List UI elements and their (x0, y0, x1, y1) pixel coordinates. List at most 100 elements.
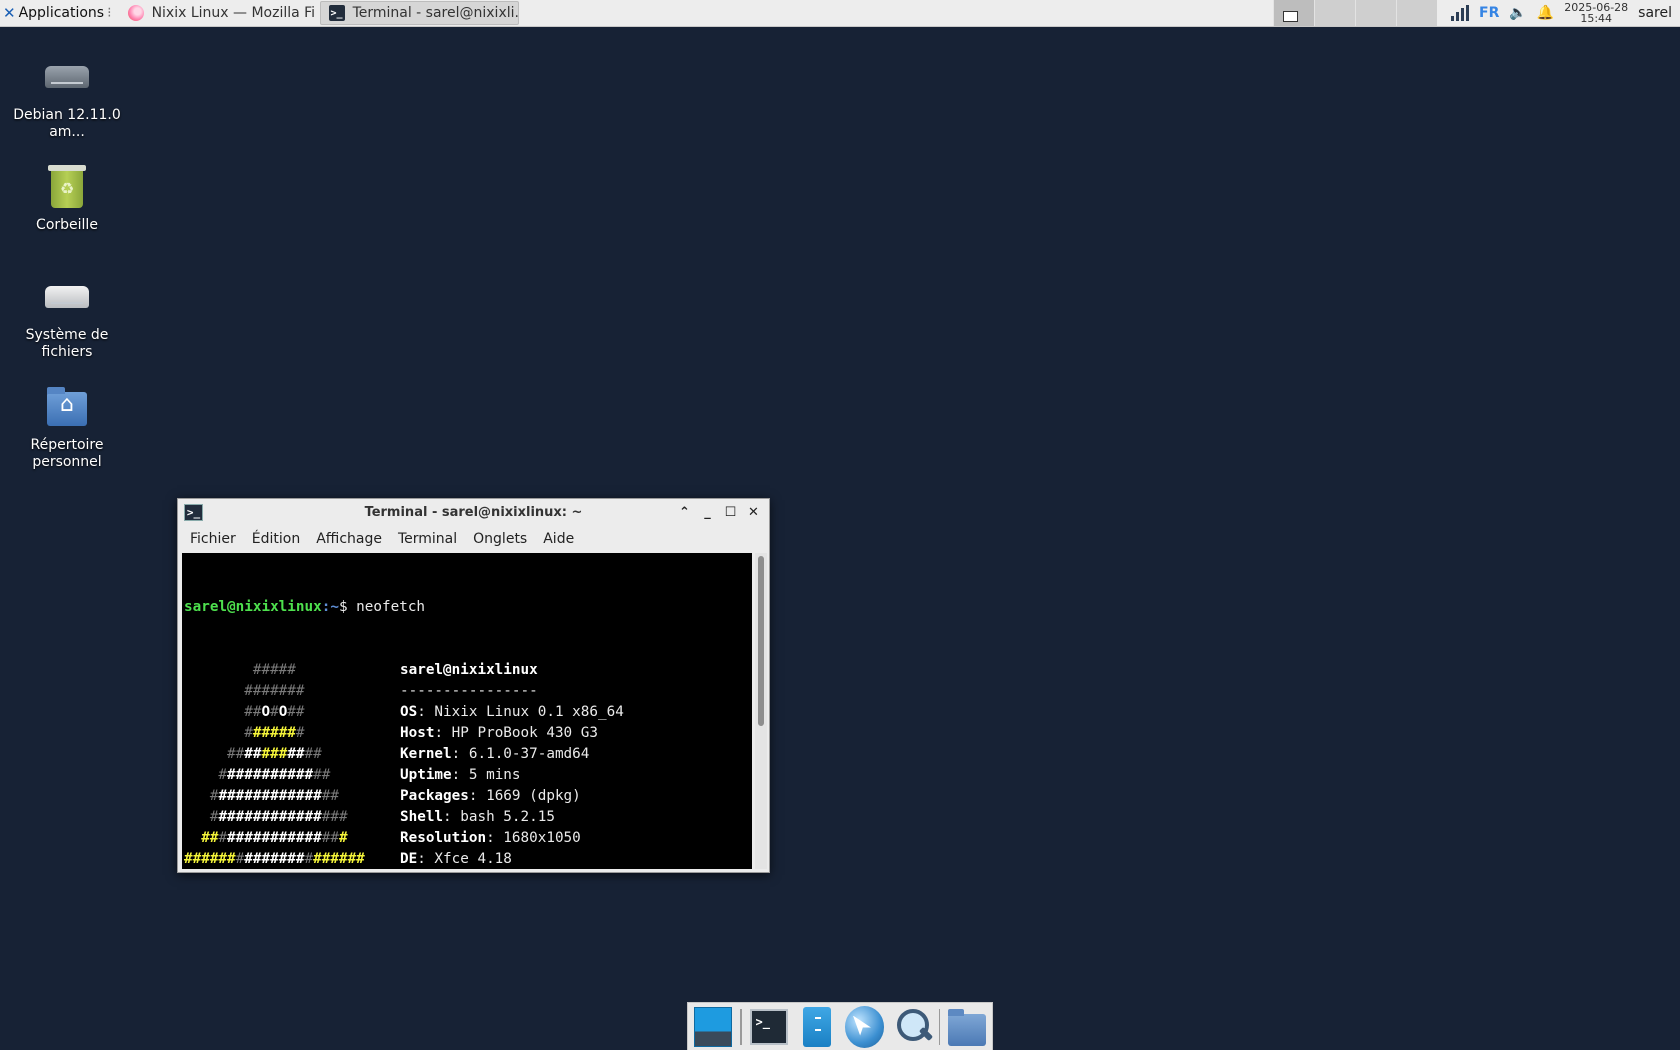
ascii-art-segment: ## (244, 746, 262, 762)
ascii-art-segment: ###### (313, 851, 365, 867)
info-key: Packages (400, 788, 469, 804)
terminal-output[interactable]: sarel@nixixlinux :~$ neofetch ##### sarel@… (182, 553, 752, 869)
ascii-art-segment: ## (184, 830, 219, 846)
scrollbar[interactable] (755, 553, 767, 869)
neofetch-line: ################ Shell: bash 5.2.15 (184, 807, 752, 828)
prompt-path: :~ (321, 599, 339, 615)
volume-icon[interactable]: 🔈 (1509, 5, 1526, 21)
ascii-art-segment: ## (304, 746, 322, 762)
info-key: Shell (400, 809, 444, 825)
workspace-2[interactable] (1314, 0, 1356, 26)
taskbar-item-label: Terminal - sarel@nixixli... (352, 5, 519, 21)
window-titlebar[interactable]: >_ Terminal - sarel@nixixlinux: ~ ⌃ _ ☐ … (178, 499, 769, 526)
desktop-icon-label: Debian 12.11.0 am... (13, 107, 121, 140)
file-manager-icon[interactable] (802, 1006, 831, 1047)
prompt-symbol: $ (338, 599, 357, 615)
taskbar-item-terminal[interactable]: >_ Terminal - sarel@nixixli... (319, 1, 519, 25)
menu-bar: Fichier Édition Affichage Terminal Ongle… (178, 526, 769, 551)
workspace-3[interactable] (1355, 0, 1397, 26)
info-value: : Nixix Linux 0.1 x86_64 (417, 704, 624, 720)
info-value: : 1680x1050 (486, 830, 581, 846)
user-menu[interactable]: sarel (1638, 5, 1672, 21)
ascii-art-segment: # (184, 725, 253, 741)
web-browser-icon[interactable] (844, 1005, 885, 1048)
trash-icon (43, 164, 91, 212)
shade-icon[interactable]: ⌃ (675, 503, 694, 522)
menu-terminal[interactable]: Terminal (390, 531, 465, 547)
filesystem-icon (43, 274, 91, 322)
menu-affichage[interactable]: Affichage (308, 531, 390, 547)
info-key: Uptime (400, 767, 452, 783)
applications-menu[interactable]: ✕ Applications ⁝ (0, 0, 118, 26)
ascii-art-row: ##O#O## (184, 702, 400, 723)
neofetch-header: sarel@nixixlinux (400, 662, 538, 678)
desktop-icon-filesystem[interactable]: Système de fichiers (8, 274, 126, 361)
ascii-art-segment: # (218, 830, 228, 846)
keyboard-layout-indicator[interactable]: FR (1479, 5, 1499, 21)
ascii-art-segment: ### (261, 746, 288, 762)
top-panel: ✕ Applications ⁝ Nixix Linux — Mozilla F… (0, 0, 1680, 27)
firefox-icon (127, 5, 144, 21)
ascii-art-segment: ## (184, 746, 245, 762)
ascii-art-segment: ########### (227, 830, 322, 846)
notification-bell-icon[interactable]: 🔔 (1537, 5, 1554, 21)
ascii-art-segment: ## (321, 788, 339, 804)
menu-edition[interactable]: Édition (244, 531, 308, 547)
ascii-art-segment: # (184, 809, 219, 825)
neofetch-line: ####### ---------------- (184, 681, 752, 702)
minimize-icon[interactable]: _ (698, 503, 717, 522)
terminal-window[interactable]: >_ Terminal - sarel@nixixlinux: ~ ⌃ _ ☐ … (177, 498, 770, 873)
ascii-art-row: ############### (184, 786, 400, 807)
workspace-4[interactable] (1396, 0, 1438, 26)
terminal-icon: >_ (328, 5, 345, 21)
neofetch-line: ################# Resolution: 1680x1050 (184, 828, 752, 849)
app-finder-icon[interactable] (891, 1005, 932, 1049)
workspace-switcher[interactable] (1273, 0, 1438, 26)
command-text: neofetch (356, 599, 426, 615)
info-value: : 1669 (dpkg) (468, 788, 581, 804)
system-tray: FR 🔈 🔔 2025-06-28 15:44 sarel (1451, 0, 1680, 26)
info-value: : Xfce 4.18 (417, 851, 512, 867)
close-icon[interactable]: ✕ (744, 503, 763, 522)
clock[interactable]: 2025-06-28 15:44 (1564, 2, 1628, 24)
neofetch-line: ############### Packages: 1669 (dpkg) (184, 786, 752, 807)
desktop-icon-trash[interactable]: Corbeille (8, 164, 126, 234)
taskbar-item-firefox[interactable]: Nixix Linux — Mozilla Fi... (120, 1, 316, 25)
terminal-icon[interactable]: >_ (749, 1008, 788, 1045)
menu-fichier[interactable]: Fichier (182, 531, 244, 547)
neofetch-line: ########### Kernel: 6.1.0-37-amd64 (184, 744, 752, 765)
desktop-icon-label: Corbeille (36, 217, 98, 233)
menu-onglets[interactable]: Onglets (465, 531, 535, 547)
ascii-art-row: ##################### (184, 849, 400, 869)
desktop-icon-home[interactable]: Répertoire personnel (8, 384, 126, 471)
taskbar-item-label: Nixix Linux — Mozilla Fi... (151, 5, 316, 21)
ascii-art-segment: # (295, 725, 305, 741)
desktop-icon-label: Répertoire personnel (30, 437, 104, 470)
show-desktop-icon[interactable] (694, 1006, 732, 1047)
neofetch-line: ##################### DE: Xfce 4.18 (184, 849, 752, 869)
neofetch-line: ##### sarel@nixixlinux (184, 660, 752, 681)
folder-icon[interactable] (948, 1008, 986, 1046)
ascii-art-segment: O (278, 704, 288, 720)
desktop-icon-label: Système de fichiers (25, 327, 109, 360)
ascii-art-segment: ############ (218, 809, 322, 825)
ascii-art-segment: ## (287, 746, 305, 762)
desktop-icon-debian-drive[interactable]: Debian 12.11.0 am... (8, 54, 126, 141)
menu-aide[interactable]: Aide (535, 531, 582, 547)
ascii-art-segment: ###### (184, 851, 236, 867)
terminal-icon[interactable]: >_ (184, 504, 203, 521)
neofetch-output: ##### sarel@nixixlinux ####### -----------… (184, 660, 752, 869)
dock: >_ (687, 1002, 993, 1050)
dock-separator (739, 1008, 742, 1045)
drive-icon (43, 54, 91, 102)
workspace-1[interactable] (1273, 0, 1315, 26)
network-signal-icon[interactable] (1451, 5, 1470, 21)
ascii-art-row: ########### (184, 744, 400, 765)
ascii-art-row: ############# (184, 765, 400, 786)
home-folder-icon (43, 384, 91, 432)
info-value: : bash 5.2.15 (443, 809, 555, 825)
maximize-icon[interactable]: ☐ (721, 503, 740, 522)
ascii-art-segment: # (235, 851, 245, 867)
scrollbar-thumb[interactable] (758, 556, 764, 726)
ascii-art-segment: ## (313, 767, 331, 783)
